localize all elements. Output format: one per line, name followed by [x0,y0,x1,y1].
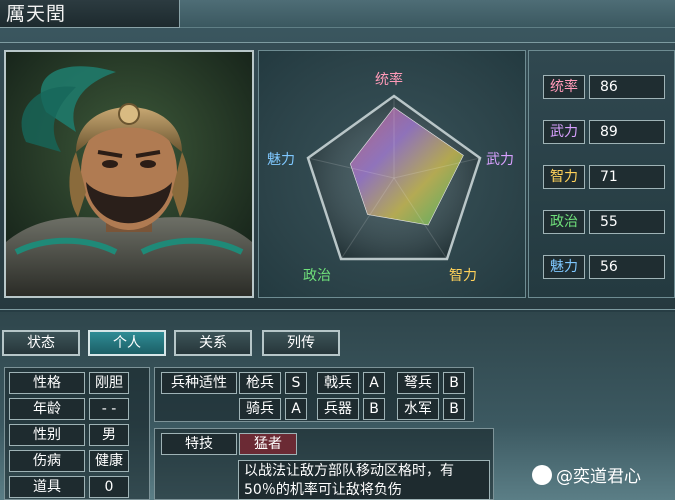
general-name: 厲天閏 [0,0,180,28]
troop-aptitude-panel: 兵种适性 枪兵 S 戟兵 A 弩兵 B 骑兵 A 兵器 B 水军 B [154,367,474,422]
info-key: 年龄 [9,398,85,420]
radar-label-intel: 智力 [449,268,477,284]
tab-personal[interactable]: 个人 [88,330,166,356]
stat-value: 55 [589,210,665,234]
skill-name: 猛者 [239,433,297,455]
skill-header: 特技 [161,433,237,455]
skill-description-line-2: 50％的机率可让敌将负伤 [244,482,402,498]
radar-label-politics: 政治 [303,268,331,284]
watermark: @奕道君心 [532,462,641,487]
skill-description: 以战法让敌方部队移动区格时，有 50％的机率可让敌将负伤 [238,460,490,500]
troop-grade: A [363,372,385,394]
troop-name: 兵器 [317,398,359,420]
troop-grade: B [443,398,465,420]
info-key: 伤病 [9,450,85,472]
ability-radar-chart: 统率 武力 智力 政治 魅力 [258,50,526,298]
stat-value: 86 [589,75,665,99]
general-portrait [4,50,254,298]
info-key: 性别 [9,424,85,446]
radar-label-charm: 魅力 [267,152,295,168]
stat-label: 武力 [543,120,585,144]
info-value: - - [89,398,129,420]
tab-status[interactable]: 状态 [2,330,80,356]
watermark-logo-icon [532,465,552,485]
info-value: 男 [89,424,129,446]
troop-grade: S [285,372,307,394]
stat-label: 统率 [543,75,585,99]
info-key: 道具 [9,476,85,498]
troop-name: 水军 [397,398,439,420]
info-key: 性格 [9,372,85,394]
info-value: 刚胆 [89,372,129,394]
watermark-text: @奕道君心 [556,467,641,487]
troop-name: 骑兵 [239,398,281,420]
personal-info-panel: 性格 刚胆 年龄 - - 性别 男 伤病 健康 道具 0 [4,367,150,500]
troop-grade: B [443,372,465,394]
troop-name: 弩兵 [397,372,439,394]
troop-grade: A [285,398,307,420]
troop-aptitude-header: 兵种适性 [161,372,237,394]
stat-value: 56 [589,255,665,279]
ability-stats-panel: 统率 86 武力 89 智力 71 政治 55 魅力 56 [528,50,675,298]
stat-label: 魅力 [543,255,585,279]
stat-value: 89 [589,120,665,144]
radar-label-war: 武力 [486,152,514,168]
stat-label: 智力 [543,165,585,189]
radar-label-command: 统率 [375,72,403,88]
troop-grade: B [363,398,385,420]
tab-biography[interactable]: 列传 [262,330,340,356]
tab-relations[interactable]: 关系 [174,330,252,356]
top-bar [180,0,675,28]
troop-name: 枪兵 [239,372,281,394]
stat-label: 政治 [543,210,585,234]
info-value: 健康 [89,450,129,472]
troop-name: 戟兵 [317,372,359,394]
info-value: 0 [89,476,129,498]
skill-description-line-1: 以战法让敌方部队移动区格时，有 [244,463,454,479]
stat-value: 71 [589,165,665,189]
